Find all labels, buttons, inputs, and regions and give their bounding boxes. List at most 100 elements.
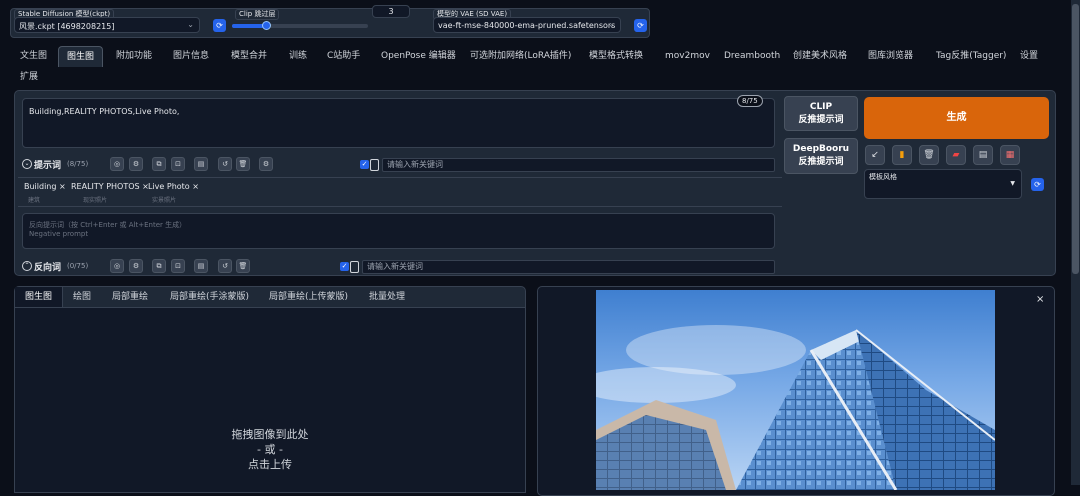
- tab-civitai-helper[interactable]: C站助手: [327, 46, 360, 66]
- undo-icon[interactable]: ↺: [218, 259, 232, 273]
- keyword-checkbox[interactable]: ✓: [360, 160, 369, 169]
- clip-interrogate-button[interactable]: CLIP 反推提示词: [784, 96, 858, 131]
- refresh-styles-icon[interactable]: ⟳: [1031, 178, 1044, 191]
- prompt-label-count: (8/75): [67, 160, 89, 168]
- clip-button-line2: 反推提示词: [798, 115, 844, 125]
- page-scrollbar[interactable]: [1071, 0, 1080, 485]
- chip-live-photo-sub: 实景照片: [152, 197, 177, 204]
- refresh-model-icon[interactable]: ⟳: [213, 19, 226, 32]
- clear-icon[interactable]: 🗑: [919, 145, 939, 165]
- clip-slider[interactable]: [232, 21, 368, 30]
- subtab-img2img[interactable]: 图生图: [15, 287, 64, 307]
- prompt-textarea[interactable]: Building,REALITY PHOTOS,Live Photo,: [22, 98, 775, 148]
- drop-text-2: - 或 -: [257, 443, 283, 456]
- chip-building[interactable]: Building ×: [24, 182, 66, 191]
- paste-icon[interactable]: ⊡: [171, 259, 185, 273]
- history-icon[interactable]: ▤: [194, 157, 208, 171]
- page-scrollbar-thumb[interactable]: [1072, 4, 1079, 274]
- save-style-icon[interactable]: ▦: [1000, 145, 1020, 165]
- style-label: 模板风格: [869, 173, 897, 181]
- tab-extensions[interactable]: 扩展: [20, 67, 38, 87]
- refresh-vae-icon[interactable]: ⟳: [634, 19, 647, 32]
- building-svg: [596, 325, 995, 490]
- collapse-negative-icon[interactable]: ⌃: [22, 261, 32, 271]
- drop-text-3: 点击上传: [248, 458, 292, 471]
- tab-lora[interactable]: 可选附加网络(LoRA插件): [470, 46, 571, 66]
- tab-extras[interactable]: 附加功能: [116, 46, 152, 66]
- clip-slider-thumb[interactable]: [262, 21, 271, 30]
- deepbooru-interrogate-button[interactable]: DeepBooru 反推提示词: [784, 138, 858, 174]
- tab-model-convert[interactable]: 模型格式转换: [589, 46, 643, 66]
- subtab-sketch[interactable]: 绘图: [73, 287, 91, 307]
- gear-icon[interactable]: ⚙: [259, 157, 273, 171]
- tab-image-browser[interactable]: 图库浏览器: [868, 46, 913, 66]
- close-icon[interactable]: ×: [1036, 294, 1044, 305]
- chevron-down-icon: ⌄: [608, 20, 615, 29]
- negative-keyword-input[interactable]: 请输入新关键词: [362, 260, 775, 274]
- copy-icon[interactable]: ⧉: [152, 259, 166, 273]
- trash-icon[interactable]: 🗑: [236, 157, 250, 171]
- trash-icon[interactable]: 🗑: [236, 259, 250, 273]
- keyword-input[interactable]: 请输入新关键词: [382, 158, 775, 172]
- negative-keyword-toggle[interactable]: [350, 261, 359, 273]
- negative-keyword-checkbox[interactable]: ✓: [340, 262, 349, 271]
- negative-placeholder-cn: 反向提示词（按 Ctrl+Enter 或 Alt+Enter 生成）: [29, 221, 187, 229]
- tab-mov2mov[interactable]: mov2mov: [665, 46, 710, 66]
- clip-button-line1: CLIP: [809, 102, 833, 112]
- prompt-text: Building,REALITY PHOTOS,Live Photo,: [29, 107, 180, 116]
- subtab-batch[interactable]: 批量处理: [369, 287, 405, 307]
- clip-label: Clip 跳过层: [235, 9, 280, 20]
- tab-img2img[interactable]: 图生图: [58, 46, 104, 67]
- tab-merge[interactable]: 模型合并: [231, 46, 267, 66]
- apply-style-icon[interactable]: ▤: [973, 145, 993, 165]
- subtab-inpaint-sketch[interactable]: 局部重绘(手涂蒙版): [170, 287, 249, 307]
- generate-button[interactable]: 生成: [864, 97, 1049, 139]
- extra-networks-icon[interactable]: ▰: [946, 145, 966, 165]
- model-select[interactable]: 风景.ckpt [4698208215] ⌄: [14, 17, 200, 33]
- tab-txt2img[interactable]: 文生图: [20, 46, 47, 66]
- tab-dreambooth[interactable]: Dreambooth: [724, 46, 780, 66]
- clip-value-input[interactable]: 3: [372, 5, 410, 18]
- clip-value: 3: [388, 7, 394, 16]
- clip-slider-fill: [232, 24, 266, 28]
- subtab-inpaint-upload[interactable]: 局部重绘(上传蒙版): [269, 287, 348, 307]
- chip-live-photo[interactable]: Live Photo ×: [148, 182, 199, 191]
- collapse-prompt-icon[interactable]: ⌄: [22, 159, 32, 169]
- tab-settings[interactable]: 设置: [1020, 46, 1038, 66]
- negative-prompt-textarea[interactable]: 反向提示词（按 Ctrl+Enter 或 Alt+Enter 生成） Negat…: [22, 213, 775, 249]
- tab-create-style[interactable]: 创建美术风格: [793, 46, 847, 66]
- translate-icon[interactable]: ◎: [110, 259, 124, 273]
- negative-placeholder-en: Negative prompt: [29, 230, 89, 238]
- tab-train[interactable]: 训练: [289, 46, 307, 66]
- image-drop-zone[interactable]: 拖拽图像到此处 - 或 - 点击上传: [14, 308, 526, 493]
- model-value: 风景.ckpt [4698208215]: [19, 22, 115, 31]
- paste-icon[interactable]: ⊡: [171, 157, 185, 171]
- deepbooru-button-line1: DeepBooru: [792, 144, 850, 154]
- subtab-inpaint[interactable]: 局部重绘: [112, 287, 148, 307]
- tab-png-info[interactable]: 图片信息: [173, 46, 209, 66]
- tab-tagger[interactable]: Tag反推(Tagger): [936, 46, 1006, 66]
- chip-reality-photos-sub: 现实照片: [83, 197, 108, 204]
- vae-select[interactable]: vae-ft-mse-840000-ema-pruned.safetensors…: [433, 17, 621, 33]
- undo-icon[interactable]: ↺: [218, 157, 232, 171]
- settings-icon[interactable]: ⚙: [129, 157, 143, 171]
- style-select[interactable]: 模板风格 ▼: [864, 169, 1022, 199]
- chip-reality-photos[interactable]: REALITY PHOTOS ×: [71, 182, 149, 191]
- history-icon[interactable]: ▤: [194, 259, 208, 273]
- prompt-token-counter: 8/75: [737, 95, 763, 107]
- tab-openpose[interactable]: OpenPose 编辑器: [381, 46, 456, 66]
- generated-image[interactable]: [596, 290, 995, 490]
- chevron-down-icon: ⌄: [187, 20, 194, 29]
- translate-icon[interactable]: ◎: [110, 157, 124, 171]
- vae-value: vae-ft-mse-840000-ema-pruned.safetensors: [438, 21, 616, 30]
- paste-params-icon[interactable]: ▮: [892, 145, 912, 165]
- keyword-toggle[interactable]: [370, 159, 379, 171]
- settings-icon[interactable]: ⚙: [129, 259, 143, 273]
- read-params-icon[interactable]: ↙: [865, 145, 885, 165]
- negative-label: 反向词: [34, 263, 62, 273]
- keyword-placeholder: 请输入新关键词: [387, 160, 443, 169]
- caret-down-icon: ▼: [1010, 180, 1015, 187]
- deepbooru-button-line2: 反推提示词: [798, 157, 844, 167]
- copy-icon[interactable]: ⧉: [152, 157, 166, 171]
- drop-text-1: 拖拽图像到此处: [231, 428, 309, 441]
